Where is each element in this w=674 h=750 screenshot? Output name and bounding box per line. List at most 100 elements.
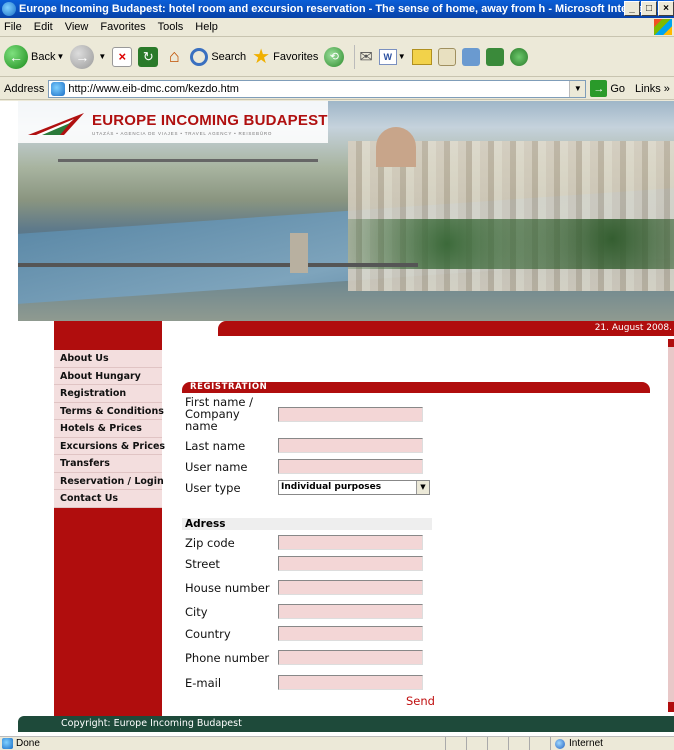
search-button[interactable]: Search xyxy=(190,47,247,66)
refresh-icon: ↻ xyxy=(138,46,159,67)
address-input[interactable]: http://www.eib-dmc.com/kezdo.htm ▼ xyxy=(48,79,587,98)
folder-button[interactable] xyxy=(411,48,432,65)
trees xyxy=(348,219,674,269)
city-input[interactable] xyxy=(278,604,423,619)
house-number-input[interactable] xyxy=(278,580,423,595)
nav-registration[interactable]: Registration xyxy=(54,385,162,403)
nav-excursions[interactable]: Excursions & Prices xyxy=(54,437,165,455)
menu-file[interactable]: File xyxy=(4,21,22,33)
address-url: http://www.eib-dmc.com/kezdo.htm xyxy=(68,82,239,95)
history-icon: ⟲ xyxy=(324,46,345,67)
stop-button[interactable]: × xyxy=(112,46,133,67)
phone-label: Phone number xyxy=(185,651,270,665)
search-label: Search xyxy=(211,50,247,63)
email-label: E-mail xyxy=(185,676,222,690)
edit-button[interactable]: W ▼ xyxy=(378,48,406,65)
country-input[interactable] xyxy=(278,626,423,641)
user-name-label: User name xyxy=(185,460,248,474)
globe-icon xyxy=(555,738,565,749)
nav-hotels[interactable]: Hotels & Prices xyxy=(54,420,162,438)
word-icon: W xyxy=(378,48,397,65)
first-name-input[interactable] xyxy=(278,407,423,422)
minimize-button[interactable]: _ xyxy=(624,1,640,16)
user-name-input[interactable] xyxy=(278,459,423,474)
research-button[interactable] xyxy=(437,47,456,66)
history-button[interactable]: ⟲ xyxy=(324,46,345,67)
footer: Copyright: Europe Incoming Budapest xyxy=(18,716,674,732)
messenger-button[interactable] xyxy=(509,47,528,66)
favorites-button[interactable]: ★ Favorites xyxy=(252,44,318,69)
tools-icon xyxy=(461,47,480,66)
zip-input[interactable] xyxy=(278,535,423,550)
chevron-down-icon: ▼ xyxy=(397,52,406,61)
ie-icon xyxy=(2,2,16,16)
home-button[interactable]: ⌂ xyxy=(164,46,184,67)
status-text: Done xyxy=(16,737,40,749)
tools-button[interactable] xyxy=(461,47,480,66)
search-icon xyxy=(190,47,209,66)
window-controls: _ □ × xyxy=(624,1,674,16)
title-bar: Europe Incoming Budapest: hotel room and… xyxy=(0,0,674,18)
page-viewport: EUROPE INCOMING BUDAPEST UTAZÁS • AGENCI… xyxy=(0,101,674,736)
go-button[interactable]: → Go xyxy=(590,80,625,97)
toolbar: ← Back ▼ → ▼ × ↻ ⌂ Search ★ Favorites ⟲ … xyxy=(0,37,674,77)
user-type-select[interactable]: Individual purposes ▼ xyxy=(278,480,430,495)
send-button[interactable]: Send xyxy=(406,694,435,708)
menu-favorites[interactable]: Favorites xyxy=(100,21,145,33)
refresh-button[interactable]: ↻ xyxy=(138,46,159,67)
address-label: Address xyxy=(4,82,45,95)
last-name-input[interactable] xyxy=(278,438,423,453)
maximize-button[interactable]: □ xyxy=(641,1,657,16)
page-icon xyxy=(2,737,13,749)
nav-transfers[interactable]: Transfers xyxy=(54,455,162,473)
close-button[interactable]: × xyxy=(658,1,674,16)
chevron-down-icon[interactable]: ▼ xyxy=(569,80,586,97)
country-label: Country xyxy=(185,627,231,641)
address-bar: Address http://www.eib-dmc.com/kezdo.htm… xyxy=(0,78,674,100)
bridge-tower xyxy=(290,233,308,273)
zip-label: Zip code xyxy=(185,536,235,550)
nav-about-hungary[interactable]: About Hungary xyxy=(54,367,162,385)
menu-view[interactable]: View xyxy=(65,21,89,33)
street-input[interactable] xyxy=(278,556,423,571)
user-type-value: Individual purposes xyxy=(281,482,382,492)
sidebar: About Us About Hungary Registration Term… xyxy=(54,321,165,716)
home-icon: ⌂ xyxy=(168,46,180,66)
forward-button[interactable]: → ▼ xyxy=(70,44,106,69)
star-icon: ★ xyxy=(252,46,271,68)
nav-reservation-login[interactable]: Reservation / Login xyxy=(54,472,164,490)
nav-about-us[interactable]: About Us xyxy=(54,350,162,368)
logo-text: EUROPE INCOMING BUDAPEST xyxy=(92,112,328,129)
favorites-label: Favorites xyxy=(273,50,319,63)
scrollbar-thumb[interactable] xyxy=(668,347,674,702)
research-icon xyxy=(437,47,456,66)
stop-icon: × xyxy=(112,46,133,67)
nav-contact-us[interactable]: Contact Us xyxy=(54,490,162,508)
back-button[interactable]: ← Back ▼ xyxy=(4,44,65,69)
user-type-label: User type xyxy=(185,481,241,495)
menu-edit[interactable]: Edit xyxy=(34,21,53,33)
addon-button[interactable] xyxy=(485,47,504,66)
menu-tools[interactable]: Tools xyxy=(158,21,184,33)
email-input[interactable] xyxy=(278,675,423,690)
page-scrollbar[interactable] xyxy=(668,339,674,712)
far-bridge xyxy=(58,159,318,162)
page-icon xyxy=(51,81,66,96)
chevron-down-icon[interactable]: ▼ xyxy=(416,481,429,494)
date-bar: 21. August 2008. xyxy=(218,321,674,336)
nav-terms[interactable]: Terms & Conditions xyxy=(54,402,164,420)
menu-help[interactable]: Help xyxy=(195,21,218,33)
phone-input[interactable] xyxy=(278,650,423,665)
forward-arrow-icon: → xyxy=(70,44,95,69)
city-label: City xyxy=(185,605,208,619)
mail-button[interactable]: ✉ xyxy=(359,47,372,67)
chevron-down-icon: ▼ xyxy=(56,52,65,61)
logo-subtitle: UTAZÁS • AGENCIA DE VIAJES • TRAVEL AGEN… xyxy=(92,131,273,136)
security-zone: Internet xyxy=(550,737,603,750)
site-logo[interactable]: EUROPE INCOMING BUDAPEST UTAZÁS • AGENCI… xyxy=(18,101,328,143)
windows-logo-icon xyxy=(654,19,672,35)
window-title: Europe Incoming Budapest: hotel room and… xyxy=(19,3,661,15)
house-number-label: House number xyxy=(185,581,270,595)
links-button[interactable]: Links » xyxy=(635,83,670,95)
chain-bridge xyxy=(18,263,418,267)
